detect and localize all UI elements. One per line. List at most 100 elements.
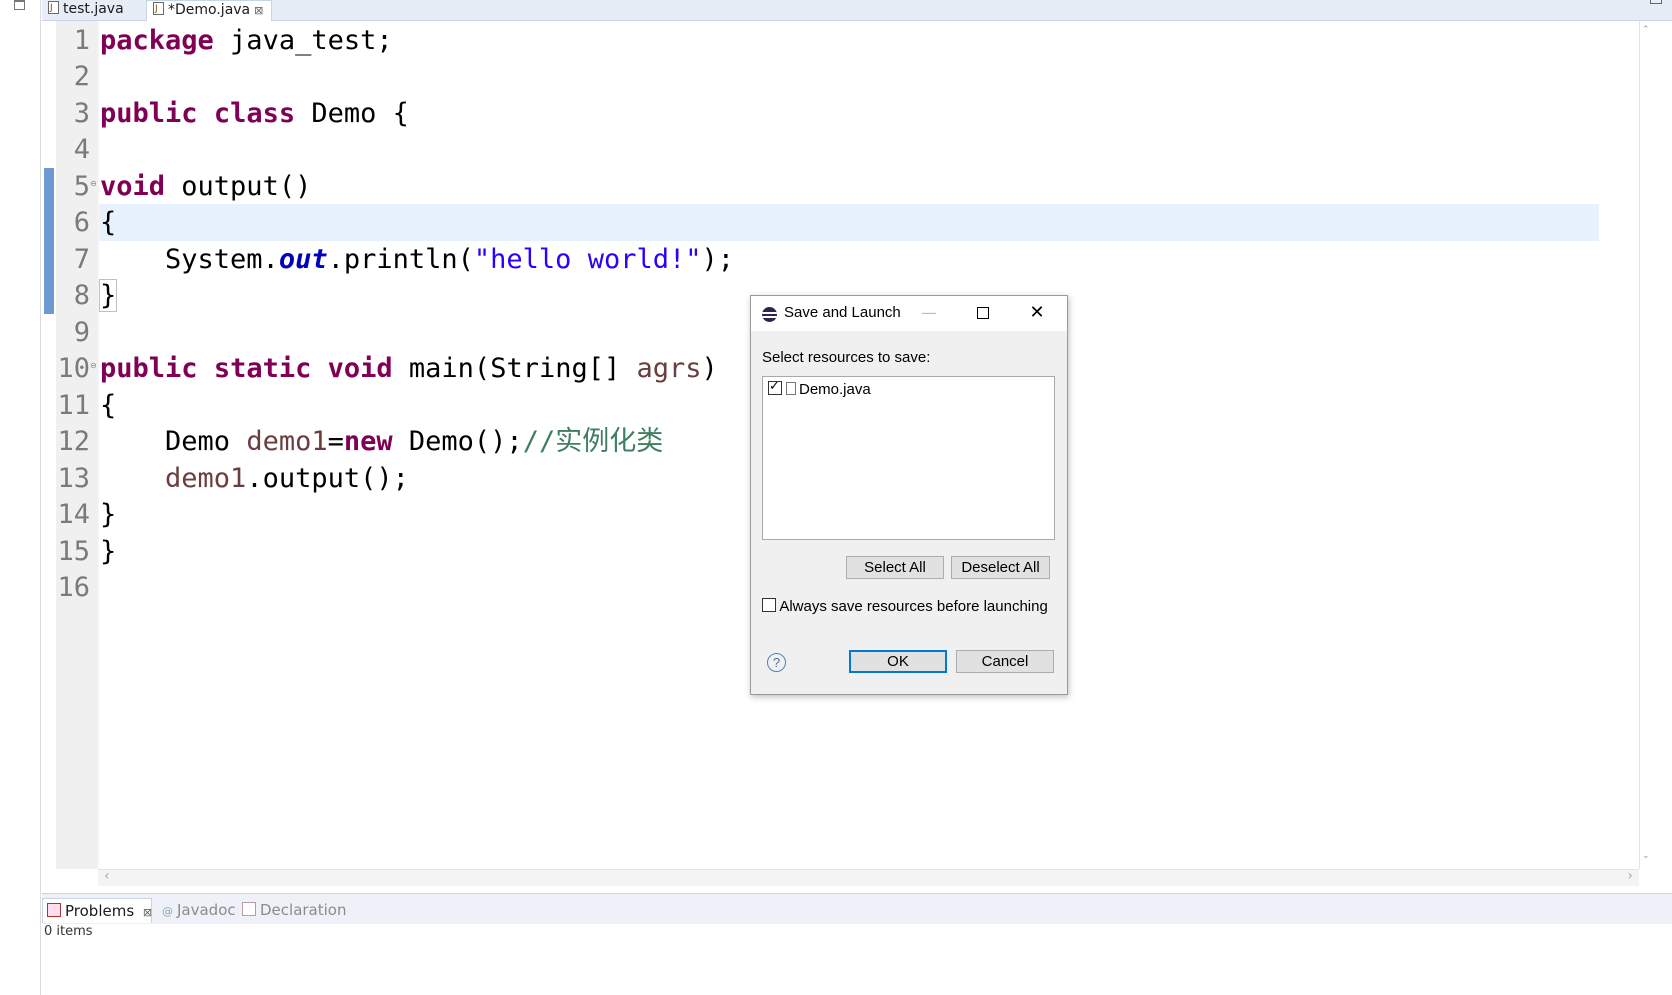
tab-problems[interactable]: Problems ⊠ xyxy=(42,898,152,923)
keyword: public xyxy=(100,98,198,129)
scroll-up-icon[interactable]: ⌃ xyxy=(1642,25,1650,35)
code-line: } xyxy=(98,278,118,314)
java-file-icon xyxy=(153,0,164,18)
string-literal: "hello world!" xyxy=(473,244,702,275)
list-item[interactable]: Demo.java xyxy=(768,378,871,398)
current-line-highlight xyxy=(99,204,1599,241)
comment: //实例化类 xyxy=(522,426,664,457)
line-number: 16 xyxy=(57,572,90,603)
scroll-right-icon[interactable]: › xyxy=(1627,868,1633,884)
always-save-checkbox[interactable] xyxy=(762,598,776,612)
dialog-title-bar[interactable]: Save and Launch — ✕ xyxy=(751,296,1067,331)
code-text: } xyxy=(100,536,117,567)
close-button[interactable]: ✕ xyxy=(1017,296,1057,331)
declaration-icon xyxy=(242,902,256,916)
line-number: 13 xyxy=(57,463,90,494)
code-line: { xyxy=(100,205,116,241)
always-save-option[interactable]: Always save resources before launching xyxy=(762,598,1048,615)
fold-collapse-icon[interactable]: ⊖ xyxy=(90,361,97,370)
code-text: java_test; xyxy=(213,25,393,56)
problems-icon xyxy=(47,903,61,917)
views-tab-bar: Problems ⊠ @ Javadoc Declaration xyxy=(42,893,1672,924)
keyword: public xyxy=(100,353,198,384)
code-text: { xyxy=(100,207,117,238)
maximize-icon[interactable] xyxy=(1650,0,1662,4)
gutter-divider xyxy=(98,21,99,869)
scroll-left-icon[interactable]: ‹ xyxy=(104,868,110,884)
code-line: Demo demo1=new Demo();//实例化类 xyxy=(100,424,663,460)
java-file-icon xyxy=(786,382,796,395)
deselect-all-button[interactable]: Deselect All xyxy=(951,556,1050,579)
line-number: 11 xyxy=(57,390,90,421)
code-line: public class Demo { xyxy=(100,96,409,132)
editor-tab-bar: test.java *Demo.java⊠ xyxy=(42,0,1672,21)
matching-bracket: } xyxy=(98,279,118,312)
tab-test-java[interactable]: test.java xyxy=(42,0,144,20)
javadoc-icon: @ xyxy=(162,905,173,918)
local-variable: demo1 xyxy=(246,426,328,457)
tab-javadoc[interactable]: @ Javadoc xyxy=(158,898,236,922)
ok-button[interactable]: OK xyxy=(849,650,947,673)
resource-checkbox[interactable] xyxy=(768,378,782,395)
select-resources-label: Select resources to save: xyxy=(762,349,931,366)
code-text: .output(); xyxy=(246,463,409,494)
select-all-button[interactable]: Select All xyxy=(846,556,944,579)
line-number: 14 xyxy=(57,499,90,530)
minimize-button[interactable]: — xyxy=(909,296,949,331)
line-number: 10 xyxy=(57,353,90,384)
vertical-scrollbar[interactable]: ⌃ ⌄ xyxy=(1639,21,1652,869)
tab-label: Problems xyxy=(65,902,135,920)
horizontal-scrollbar[interactable]: ‹ › xyxy=(98,868,1639,886)
line-number: 5 xyxy=(73,171,90,202)
tab-demo-java[interactable]: *Demo.java⊠ xyxy=(146,0,272,21)
tab-declaration[interactable]: Declaration xyxy=(238,898,346,922)
code-line: public static void main(String[] agrs) xyxy=(100,351,718,387)
static-field: out xyxy=(278,244,328,275)
code-line: System.out.println("hello world!"); xyxy=(100,242,734,278)
code-line: demo1.output(); xyxy=(100,461,409,497)
eclipse-icon xyxy=(762,307,777,322)
code-line: void output() xyxy=(100,169,311,205)
code-text: ); xyxy=(701,244,734,275)
code-line: package java_test; xyxy=(100,23,393,59)
dialog-title: Save and Launch xyxy=(784,304,901,321)
line-number: 8 xyxy=(73,280,90,311)
close-tab-icon[interactable]: ⊠ xyxy=(143,906,152,919)
problems-count: 0 items xyxy=(44,924,93,939)
code-line: } xyxy=(100,534,116,570)
line-number: 7 xyxy=(73,244,90,275)
scroll-down-icon[interactable]: ⌄ xyxy=(1642,851,1650,861)
code-text: System. xyxy=(100,244,279,275)
code-text: } xyxy=(100,499,117,530)
java-file-icon xyxy=(48,0,59,17)
line-number: 9 xyxy=(73,317,90,348)
code-text: output() xyxy=(165,171,312,202)
save-and-launch-dialog: Save and Launch — ✕ Select resources to … xyxy=(750,295,1068,695)
resources-list[interactable]: Demo.java xyxy=(762,376,1055,540)
tab-label: Declaration xyxy=(260,901,347,919)
code-text: { xyxy=(100,390,117,421)
restore-icon[interactable] xyxy=(14,0,25,10)
line-number: 6 xyxy=(73,207,90,238)
cancel-button[interactable]: Cancel xyxy=(956,650,1054,673)
line-number: 12 xyxy=(57,426,90,457)
code-text: Demo(); xyxy=(392,426,523,457)
keyword: class xyxy=(213,98,296,129)
keyword: package xyxy=(100,25,214,56)
maximize-button[interactable] xyxy=(963,296,1003,331)
code-text: ) xyxy=(701,353,718,384)
code-text: main(String[] xyxy=(392,353,637,384)
line-number: 1 xyxy=(73,25,90,56)
keyword: new xyxy=(343,426,393,457)
parameter: agrs xyxy=(636,353,702,384)
help-icon[interactable]: ? xyxy=(767,653,786,672)
code-line: } xyxy=(100,497,116,533)
close-tab-icon[interactable]: ⊠ xyxy=(254,4,263,17)
keyword: static xyxy=(213,353,312,384)
fold-collapse-icon[interactable]: ⊖ xyxy=(90,179,97,188)
code-text: .println( xyxy=(327,244,474,275)
tab-label: Javadoc xyxy=(177,901,236,919)
left-minimized-strip xyxy=(0,0,41,995)
code-text: Demo xyxy=(100,426,247,457)
